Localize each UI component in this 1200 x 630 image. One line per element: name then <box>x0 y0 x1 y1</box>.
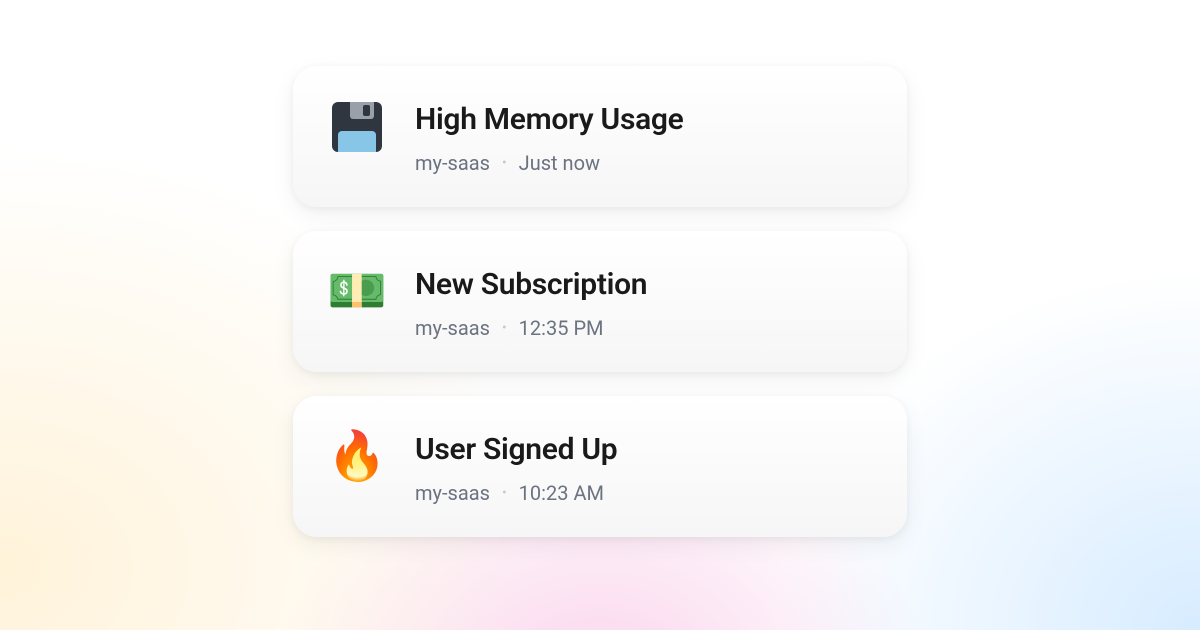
separator-dot: • <box>502 485 507 501</box>
notification-time: 12:35 PM <box>519 316 604 340</box>
notification-card[interactable]: High Memory Usage my-saas • Just now <box>293 66 907 207</box>
money-icon: 💵 <box>329 267 385 315</box>
notification-title: New Subscription <box>415 267 647 302</box>
separator-dot: • <box>502 155 507 171</box>
notification-meta: my-saas • Just now <box>415 151 684 175</box>
notification-time: Just now <box>519 151 600 175</box>
floppy-disk-icon <box>329 102 385 152</box>
notification-time: 10:23 AM <box>519 481 604 505</box>
notification-card[interactable]: 🔥 User Signed Up my-saas • 10:23 AM <box>293 396 907 537</box>
notification-body: New Subscription my-saas • 12:35 PM <box>415 263 647 340</box>
notification-title: High Memory Usage <box>415 102 684 137</box>
notification-feed: High Memory Usage my-saas • Just now 💵 N… <box>293 66 907 537</box>
notification-meta: my-saas • 12:35 PM <box>415 316 647 340</box>
fire-icon: 🔥 <box>329 432 385 480</box>
notification-project: my-saas <box>415 481 490 505</box>
notification-body: User Signed Up my-saas • 10:23 AM <box>415 428 617 505</box>
notification-title: User Signed Up <box>415 432 617 467</box>
notification-body: High Memory Usage my-saas • Just now <box>415 98 684 175</box>
notification-project: my-saas <box>415 151 490 175</box>
notification-project: my-saas <box>415 316 490 340</box>
separator-dot: • <box>502 320 507 336</box>
notification-card[interactable]: 💵 New Subscription my-saas • 12:35 PM <box>293 231 907 372</box>
notification-meta: my-saas • 10:23 AM <box>415 481 617 505</box>
